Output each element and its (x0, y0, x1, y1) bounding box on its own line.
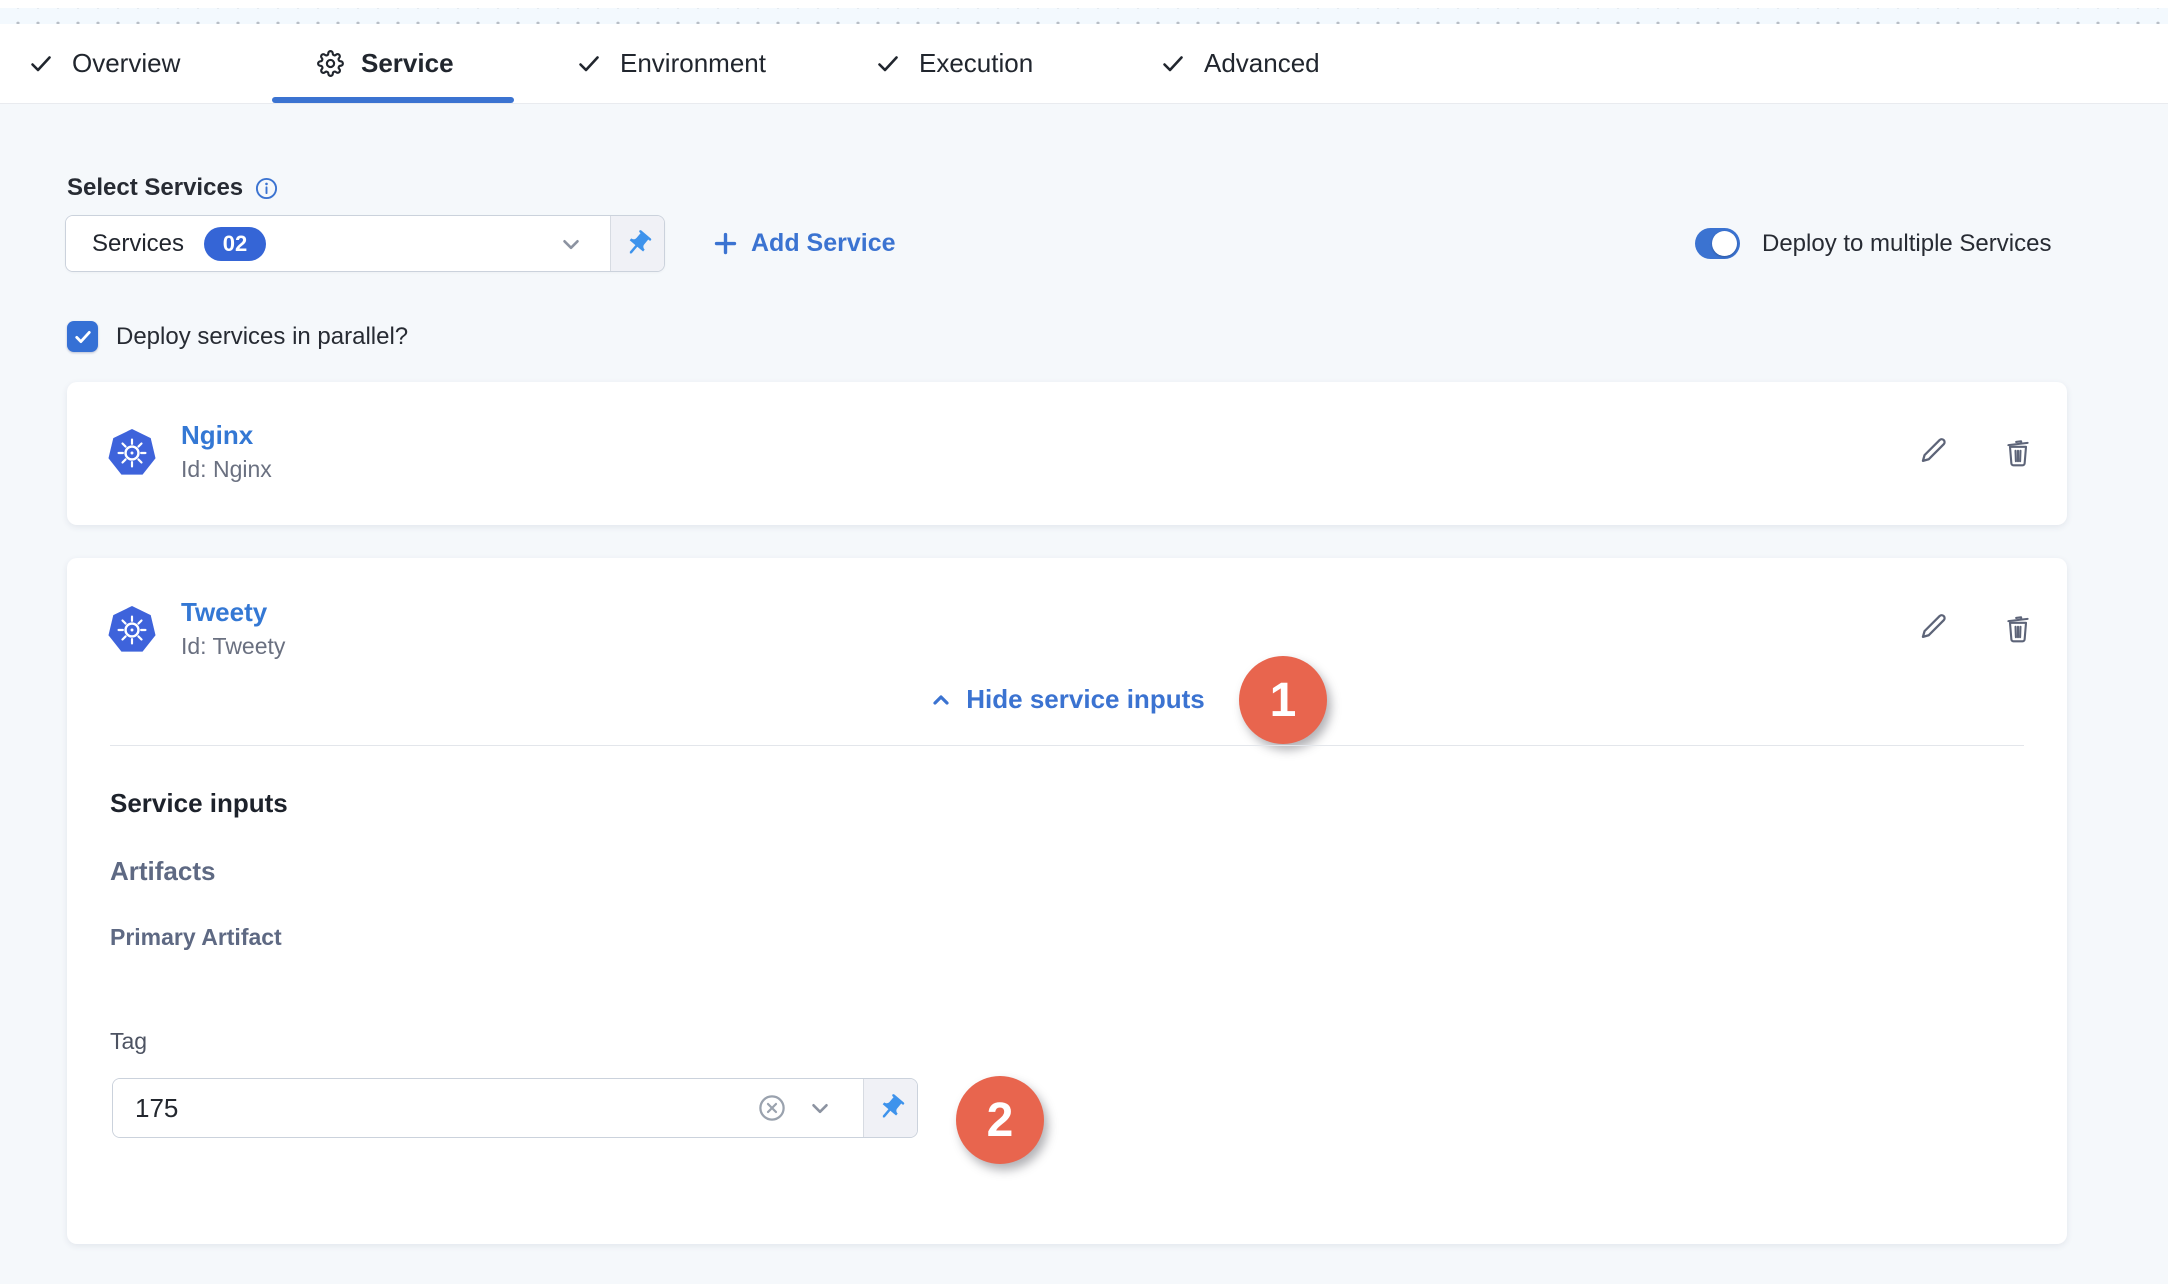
chevron-down-icon[interactable] (807, 1095, 833, 1121)
plus-icon (712, 230, 739, 257)
select-services-label: Select Services (67, 174, 278, 202)
service-card-tweety: Tweety Id: Tweety Hide service inputs 1 … (67, 558, 2067, 1244)
services-dropdown-main[interactable]: Services 02 (66, 216, 611, 271)
parallel-checkbox-row: Deploy services in parallel? (67, 321, 408, 352)
deploy-multiple-label: Deploy to multiple Services (1762, 230, 2051, 258)
tab-overview[interactable]: Overview (27, 24, 180, 103)
canvas-dotted-edge (0, 8, 2168, 24)
service-id: Id: Nginx (181, 456, 272, 483)
tab-label: Overview (72, 48, 180, 79)
trash-icon (2003, 612, 2033, 644)
check-icon (874, 52, 902, 76)
chevron-up-icon (929, 688, 953, 712)
service-name-link[interactable]: Tweety (181, 597, 267, 628)
edit-service-button[interactable] (1917, 610, 1951, 644)
services-dropdown-value: Services (92, 230, 184, 258)
pin-icon (876, 1093, 905, 1123)
tab-service[interactable]: Service (317, 24, 454, 103)
parallel-checkbox-label: Deploy services in parallel? (116, 323, 408, 351)
pin-runtime-input-button[interactable] (611, 216, 664, 271)
delete-service-button[interactable] (2001, 435, 2035, 469)
toggle-knob (1712, 231, 1737, 256)
tag-input-group (112, 1078, 918, 1138)
select-services-text: Select Services (67, 174, 243, 202)
clear-icon[interactable] (757, 1093, 787, 1123)
hide-service-inputs-label: Hide service inputs (966, 684, 1204, 715)
pencil-icon (1918, 611, 1950, 643)
check-icon (76, 332, 89, 341)
check-icon (27, 52, 55, 76)
annotation-badge-2: 2 (956, 1076, 1044, 1164)
pencil-icon (1918, 435, 1950, 467)
check-icon (1159, 52, 1187, 76)
divider (110, 745, 2024, 746)
pin-runtime-input-button[interactable] (864, 1079, 917, 1137)
chevron-down-icon[interactable] (558, 231, 584, 257)
primary-artifact-label: Primary Artifact (110, 924, 282, 951)
edit-service-button[interactable] (1917, 434, 1951, 468)
artifacts-heading: Artifacts (110, 856, 215, 887)
kubernetes-icon (108, 605, 156, 655)
tag-input[interactable] (113, 1079, 757, 1137)
kubernetes-icon (108, 428, 156, 478)
stage-tabbar: Overview Service Environment Execution A… (0, 24, 2168, 104)
info-icon[interactable] (255, 177, 278, 200)
service-id: Id: Tweety (181, 633, 285, 660)
trash-icon (2003, 436, 2033, 468)
pin-icon (623, 228, 652, 258)
tab-execution[interactable]: Execution (874, 24, 1033, 103)
services-count-badge: 02 (204, 227, 266, 261)
parallel-checkbox[interactable] (67, 321, 98, 352)
check-icon (575, 52, 603, 76)
add-service-button[interactable]: Add Service (712, 215, 896, 272)
gear-icon (317, 50, 344, 77)
add-service-label: Add Service (751, 229, 896, 258)
tab-label: Service (361, 48, 454, 79)
tag-input-main (113, 1079, 864, 1137)
tab-label: Execution (919, 48, 1033, 79)
tab-environment[interactable]: Environment (575, 24, 766, 103)
tab-label: Advanced (1204, 48, 1320, 79)
active-tab-underline (272, 97, 514, 103)
service-name-link[interactable]: Nginx (181, 420, 253, 451)
tag-label: Tag (110, 1028, 147, 1055)
delete-service-button[interactable] (2001, 611, 2035, 645)
deploy-multiple-toggle[interactable] (1695, 228, 1740, 259)
hide-service-inputs-link[interactable]: Hide service inputs (67, 684, 2067, 715)
tab-advanced[interactable]: Advanced (1159, 24, 1320, 103)
service-inputs-heading: Service inputs (110, 788, 288, 819)
deploy-multiple-toggle-row: Deploy to multiple Services (1695, 228, 2051, 259)
services-dropdown[interactable]: Services 02 (65, 215, 665, 272)
service-tab-content: Select Services Services 02 Add Service … (0, 104, 2168, 1284)
tab-label: Environment (620, 48, 766, 79)
service-card-nginx: Nginx Id: Nginx (67, 382, 2067, 525)
annotation-badge-1: 1 (1239, 656, 1327, 744)
